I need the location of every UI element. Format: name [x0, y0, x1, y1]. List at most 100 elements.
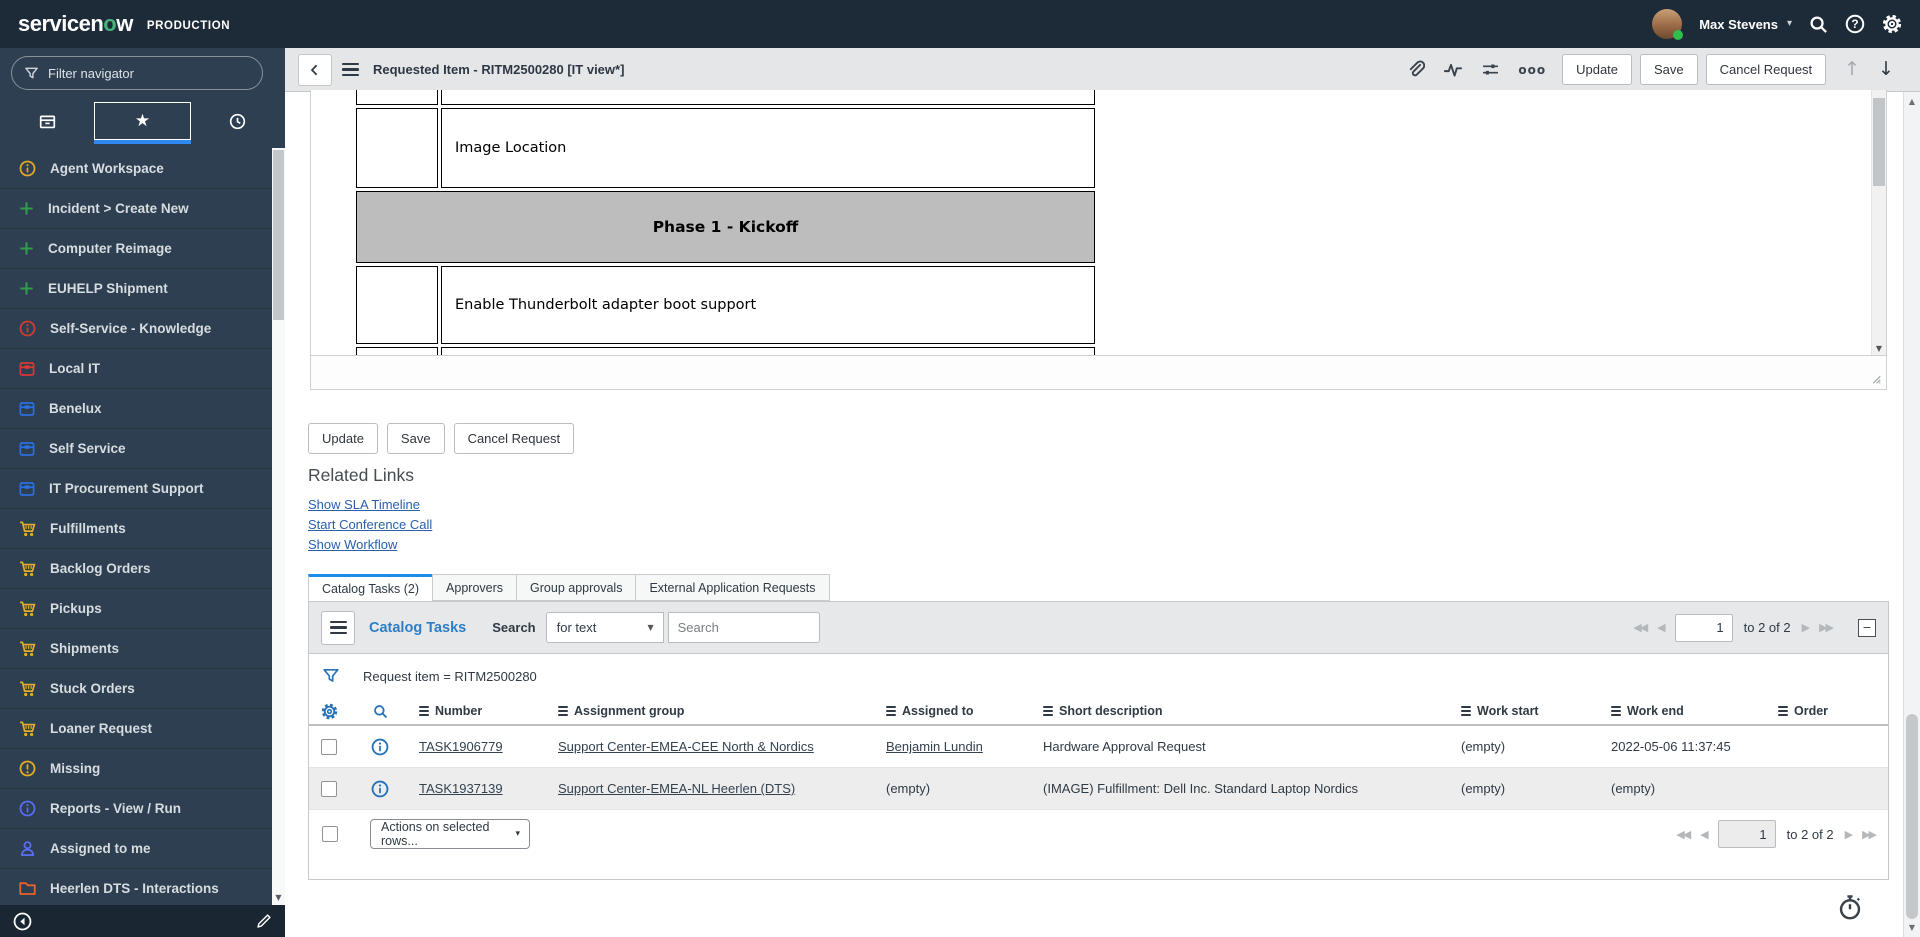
sidebar-item-missing[interactable]: Missing [0, 748, 285, 788]
update-button[interactable]: Update [308, 423, 378, 454]
user-menu[interactable]: Max Stevens [1699, 17, 1778, 32]
info-circle-icon[interactable] [371, 780, 389, 798]
tab-external-application-requests[interactable]: External Application Requests [635, 574, 829, 601]
sidebar-item-agent-workspace[interactable]: Agent Workspace [0, 148, 285, 188]
edit-pencil-icon[interactable] [256, 913, 272, 929]
personalize-list-gear-icon[interactable] [309, 703, 349, 720]
last-page-icon[interactable]: ▶▶ [1819, 622, 1832, 633]
last-page-icon[interactable]: ▶▶ [1862, 829, 1875, 840]
sidebar-item-reports-view-run[interactable]: Reports - View / Run [0, 788, 285, 828]
first-page-icon[interactable]: ◀◀ [1633, 622, 1646, 633]
actions-on-selected-rows-select[interactable]: Actions on selected rows... ▾ [370, 819, 530, 849]
gear-icon[interactable] [1882, 14, 1902, 34]
sidebar-item-loaner-request[interactable]: Loaner Request [0, 708, 285, 748]
link-show-sla-timeline[interactable]: Show SLA Timeline [308, 497, 420, 512]
previous-page-icon[interactable]: ◀ [1700, 829, 1706, 840]
cancel-request-button[interactable]: Cancel Request [1706, 54, 1827, 85]
scroll-down-icon[interactable]: ▼ [1904, 924, 1920, 932]
link-start-conference-call[interactable]: Start Conference Call [308, 517, 432, 532]
collapse-list-button[interactable]: − [1858, 619, 1876, 637]
tab-group-approvals[interactable]: Group approvals [516, 574, 636, 601]
info-circle-icon[interactable] [371, 738, 389, 756]
column-header-order[interactable]: Order [1770, 704, 1888, 718]
scroll-down-icon[interactable]: ▼ [272, 894, 285, 902]
task-number-link[interactable]: TASK1937139 [419, 781, 503, 796]
sidebar-scrollbar[interactable]: ▼ [272, 148, 285, 905]
sidebar-item-benelux[interactable]: Benelux [0, 388, 285, 428]
list-context-menu-button[interactable] [321, 611, 355, 645]
help-icon[interactable] [1845, 14, 1865, 34]
scroll-down-icon[interactable]: ▼ [1872, 345, 1886, 353]
tab-all-applications[interactable] [0, 102, 94, 140]
sidebar-item-self-service[interactable]: Self Service [0, 428, 285, 468]
page-scrollbar[interactable]: ▲ ▼ [1903, 92, 1920, 937]
sidebar-item-assigned-to-me[interactable]: Assigned to me [0, 828, 285, 868]
column-header-work-end[interactable]: Work end [1603, 704, 1770, 718]
funnel-icon[interactable] [322, 667, 340, 685]
page-number-input[interactable] [1718, 820, 1776, 848]
column-header-work-start[interactable]: Work start [1453, 704, 1603, 718]
filter-navigator-input[interactable] [48, 66, 228, 81]
assignment-group-link[interactable]: Support Center-EMEA-CEE North & Nordics [558, 739, 814, 754]
sidebar-item-pickups[interactable]: Pickups [0, 588, 285, 628]
sidebar-item-euhelp-shipment[interactable]: EUHELP Shipment [0, 268, 285, 308]
list-title[interactable]: Catalog Tasks [369, 620, 466, 636]
select-all-checkbox[interactable] [322, 826, 338, 842]
update-button[interactable]: Update [1562, 54, 1632, 85]
list-search-icon[interactable] [349, 704, 411, 719]
column-header-number[interactable]: Number [411, 704, 550, 718]
collapse-navigator-icon[interactable] [13, 912, 32, 931]
sidebar-item-self-service-knowledge[interactable]: Self-Service - Knowledge [0, 308, 285, 348]
previous-page-icon[interactable]: ◀ [1657, 622, 1663, 633]
sidebar-item-fulfillments[interactable]: Fulfillments [0, 508, 285, 548]
tab-history[interactable] [191, 102, 285, 140]
response-time-stopwatch-icon[interactable] [1837, 894, 1863, 920]
page-scrollbar-thumb[interactable] [1906, 714, 1918, 919]
resize-grip-icon[interactable] [1868, 371, 1882, 385]
page-number-input[interactable] [1675, 614, 1733, 642]
assignment-group-link[interactable]: Support Center-EMEA-NL Heerlen (DTS) [558, 781, 795, 796]
document-scrollbar-thumb[interactable] [1873, 98, 1885, 186]
next-record-icon[interactable]: ↓ [1878, 60, 1894, 79]
row-checkbox[interactable] [321, 739, 337, 755]
search-type-select[interactable]: for text ▼ [546, 612, 664, 643]
sidebar-item-computer-reimage[interactable]: Computer Reimage [0, 228, 285, 268]
sidebar-item-it-procurement-support[interactable]: IT Procurement Support [0, 468, 285, 508]
link-show-workflow[interactable]: Show Workflow [308, 537, 397, 552]
column-header-short-description[interactable]: Short description [1035, 704, 1453, 718]
tab-approvers[interactable]: Approvers [432, 574, 517, 601]
search-icon[interactable] [1809, 15, 1828, 34]
sidebar-item-backlog-orders[interactable]: Backlog Orders [0, 548, 285, 588]
save-button[interactable]: Save [1640, 54, 1698, 85]
save-button[interactable]: Save [387, 423, 445, 454]
row-checkbox[interactable] [321, 781, 337, 797]
tab-favorites[interactable]: ★ [94, 102, 190, 140]
form-context-menu-icon[interactable] [342, 63, 359, 77]
assigned-to-link[interactable]: Benjamin Lundin [886, 739, 983, 754]
sidebar-item-stuck-orders[interactable]: Stuck Orders [0, 668, 285, 708]
tab-catalog-tasks[interactable]: Catalog Tasks (2) [308, 574, 433, 601]
sidebar-item-local-it[interactable]: Local IT [0, 348, 285, 388]
column-header-assigned-to[interactable]: Assigned to [878, 704, 1035, 718]
cancel-request-button[interactable]: Cancel Request [454, 423, 575, 454]
filter-condition[interactable]: Request item = RITM2500280 [363, 669, 537, 684]
chevron-down-icon[interactable]: ▾ [1787, 19, 1792, 29]
sidebar-item-incident-create-new[interactable]: Incident > Create New [0, 188, 285, 228]
more-options-icon[interactable]: ooo [1518, 64, 1546, 76]
first-page-icon[interactable]: ◀◀ [1676, 829, 1689, 840]
scroll-up-icon[interactable]: ▲ [1904, 98, 1920, 106]
sidebar-scrollbar-thumb[interactable] [273, 150, 284, 320]
task-number-link[interactable]: TASK1906779 [419, 739, 503, 754]
attachment-paperclip-icon[interactable] [1406, 60, 1425, 79]
list-search-input[interactable] [668, 612, 820, 643]
back-button[interactable] [298, 54, 332, 86]
filter-navigator[interactable] [11, 56, 263, 90]
personalize-form-icon[interactable] [1481, 61, 1500, 78]
column-header-assignment-group[interactable]: Assignment group [550, 704, 878, 718]
sidebar-item-shipments[interactable]: Shipments [0, 628, 285, 668]
next-page-icon[interactable]: ▶ [1802, 622, 1808, 633]
sidebar-item-heerlen-dts-interactions[interactable]: Heerlen DTS - Interactions [0, 868, 285, 908]
user-avatar[interactable] [1652, 9, 1682, 39]
document-scrollbar[interactable]: ▼ [1871, 90, 1886, 355]
previous-record-icon[interactable]: ↑ [1844, 60, 1860, 79]
